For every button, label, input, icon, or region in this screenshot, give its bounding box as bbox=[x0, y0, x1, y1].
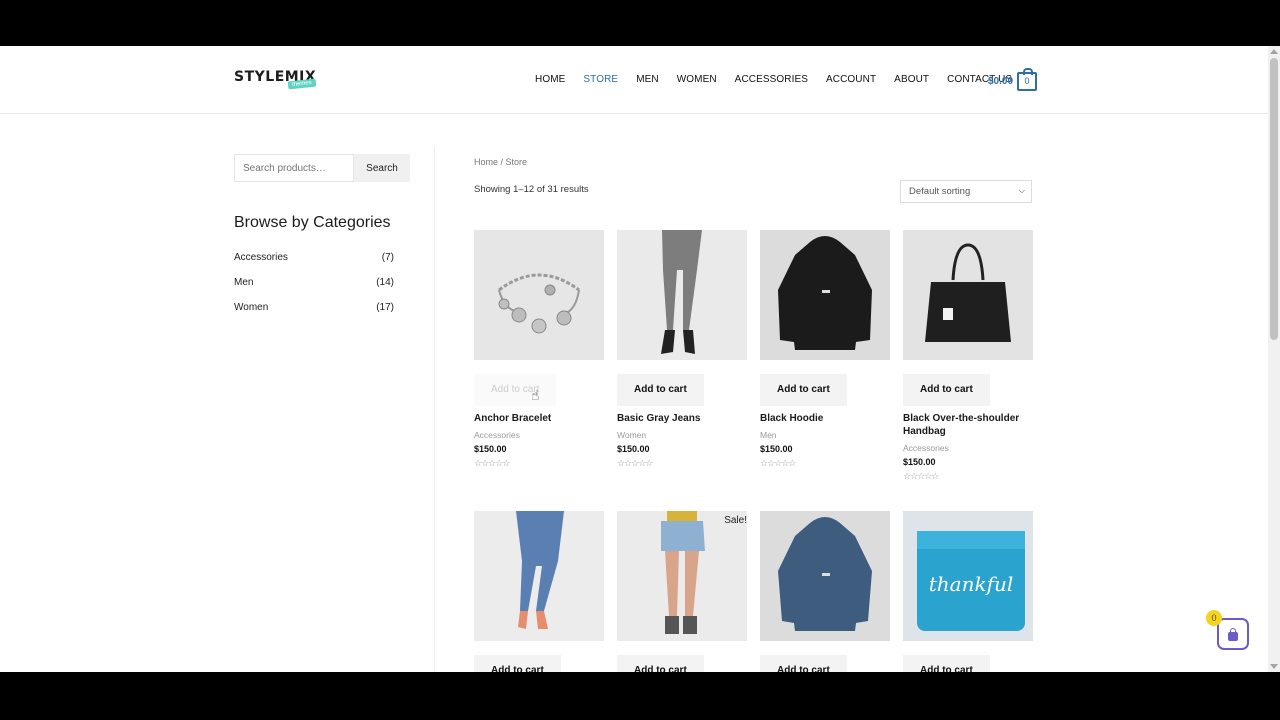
result-count: Showing 1–12 of 31 results bbox=[474, 184, 589, 195]
floating-cart-count: 0 bbox=[1206, 610, 1222, 626]
product-image-bracelet[interactable] bbox=[474, 230, 604, 360]
add-to-cart-button[interactable]: Add to cart bbox=[760, 655, 847, 672]
product-card: Add to cart Basic Gray Jeans Women $150.… bbox=[617, 230, 747, 468]
category-list: Accessories (7) Men (14) Women (17) bbox=[234, 252, 394, 327]
rating-stars-icon: ☆☆☆☆☆ bbox=[760, 458, 796, 468]
product-category: Accessories bbox=[903, 443, 949, 453]
search-input[interactable] bbox=[234, 154, 354, 182]
cart-count: 0 bbox=[1024, 76, 1030, 86]
category-count: (17) bbox=[376, 302, 394, 313]
product-category: Men bbox=[760, 430, 777, 440]
main-nav: HOME STORE MEN WOMEN ACCESSORIES ACCOUNT… bbox=[535, 74, 1030, 85]
rating-stars-icon: ☆☆☆☆☆ bbox=[617, 458, 653, 468]
product-card: Add to cart Black Hoodie Men $150.00 ☆☆☆… bbox=[760, 230, 890, 468]
sale-badge: Sale! bbox=[724, 515, 747, 526]
rating-stars-icon: ☆☆☆☆☆ bbox=[903, 471, 939, 481]
product-search: Search bbox=[234, 154, 410, 182]
product-image-black-hoodie[interactable] bbox=[760, 230, 890, 360]
scroll-up-icon[interactable] bbox=[1270, 49, 1278, 54]
pointer-cursor-icon: ☝ bbox=[531, 387, 540, 403]
product-card: Add to cart bbox=[474, 511, 604, 672]
category-men[interactable]: Men (14) bbox=[234, 277, 394, 302]
add-to-cart-button[interactable]: Add to cart bbox=[617, 374, 704, 406]
browser-viewport: STYLEMIX themes HOME STORE MEN WOMEN ACC… bbox=[0, 46, 1268, 672]
search-button[interactable]: Search bbox=[354, 154, 410, 182]
sidebar-divider bbox=[434, 146, 435, 672]
product-image-blue-hoodie[interactable] bbox=[760, 511, 890, 641]
product-card: thankful Add to cart bbox=[903, 511, 1033, 672]
add-to-cart-button[interactable]: Add to cart bbox=[474, 374, 557, 406]
category-name[interactable]: Accessories bbox=[234, 252, 288, 277]
category-name[interactable]: Men bbox=[234, 277, 253, 302]
sorting-select[interactable]: Default sorting ⌵ bbox=[900, 180, 1032, 203]
header-cart[interactable]: $0.00 0 bbox=[988, 68, 1038, 91]
product-name[interactable]: Anchor Bracelet bbox=[474, 412, 604, 425]
categories-title: Browse by Categories bbox=[234, 214, 391, 231]
nav-women[interactable]: WOMEN bbox=[677, 74, 717, 85]
add-to-cart-button[interactable]: Add to cart bbox=[903, 374, 990, 406]
cart-amount: $0.00 bbox=[988, 76, 1014, 87]
nav-about[interactable]: ABOUT bbox=[894, 74, 929, 85]
category-name[interactable]: Women bbox=[234, 302, 268, 327]
nav-home[interactable]: HOME bbox=[535, 74, 565, 85]
product-image-handbag[interactable] bbox=[903, 230, 1033, 360]
breadcrumb[interactable]: Home / Store bbox=[474, 157, 527, 167]
product-name[interactable]: Black Hoodie bbox=[760, 412, 890, 425]
add-to-cart-button[interactable]: Add to cart bbox=[617, 655, 704, 672]
product-price: $150.00 bbox=[903, 457, 936, 467]
scroll-down-icon[interactable] bbox=[1270, 664, 1278, 669]
product-category: Women bbox=[617, 430, 647, 440]
category-count: (7) bbox=[381, 252, 394, 263]
nav-men[interactable]: MEN bbox=[636, 74, 659, 85]
cart-bag-icon: 0 bbox=[1017, 68, 1038, 91]
logo-tag: themes bbox=[287, 78, 317, 90]
floating-cart-button[interactable] bbox=[1217, 618, 1249, 650]
sorting-value: Default sorting bbox=[909, 186, 971, 197]
product-category: Accessories bbox=[474, 430, 520, 440]
product-image-thankful-shirt[interactable]: thankful bbox=[903, 511, 1033, 641]
category-women[interactable]: Women (17) bbox=[234, 302, 394, 327]
scrollbar-thumb[interactable] bbox=[1270, 58, 1278, 340]
shopping-bag-icon bbox=[1228, 632, 1238, 641]
product-name[interactable]: Basic Gray Jeans bbox=[617, 412, 747, 425]
product-name[interactable]: Black Over-the-shoulder Handbag bbox=[903, 412, 1033, 438]
product-image-blue-jeans[interactable] bbox=[474, 511, 604, 641]
product-price: $150.00 bbox=[474, 444, 507, 454]
add-to-cart-button[interactable]: Add to cart bbox=[760, 374, 847, 406]
chevron-down-icon: ⌵ bbox=[1018, 186, 1025, 195]
product-card: Sale! Add to cart bbox=[617, 511, 747, 672]
nav-store[interactable]: STORE bbox=[583, 74, 618, 85]
product-card: Add to cart bbox=[760, 511, 890, 672]
rating-stars-icon: ☆☆☆☆☆ bbox=[474, 458, 510, 468]
product-image-denim-shorts[interactable]: Sale! bbox=[617, 511, 747, 641]
add-to-cart-button[interactable]: Add to cart bbox=[903, 655, 990, 672]
nav-account[interactable]: ACCOUNT bbox=[826, 74, 876, 85]
product-image-gray-jeans[interactable] bbox=[617, 230, 747, 360]
category-accessories[interactable]: Accessories (7) bbox=[234, 252, 394, 277]
site-header: STYLEMIX themes HOME STORE MEN WOMEN ACC… bbox=[0, 46, 1268, 114]
product-card: Add to cart Anchor Bracelet Accessories … bbox=[474, 230, 604, 468]
add-to-cart-button[interactable]: Add to cart bbox=[474, 655, 561, 672]
site-logo[interactable]: STYLEMIX themes bbox=[234, 68, 317, 90]
shirt-text: thankful bbox=[929, 572, 1014, 596]
page-scrollbar[interactable] bbox=[1268, 46, 1280, 672]
nav-accessories[interactable]: ACCESSORIES bbox=[735, 74, 808, 85]
product-price: $150.00 bbox=[617, 444, 650, 454]
product-card: Add to cart Black Over-the-shoulder Hand… bbox=[903, 230, 1033, 481]
category-count: (14) bbox=[376, 277, 394, 288]
product-price: $150.00 bbox=[760, 444, 793, 454]
